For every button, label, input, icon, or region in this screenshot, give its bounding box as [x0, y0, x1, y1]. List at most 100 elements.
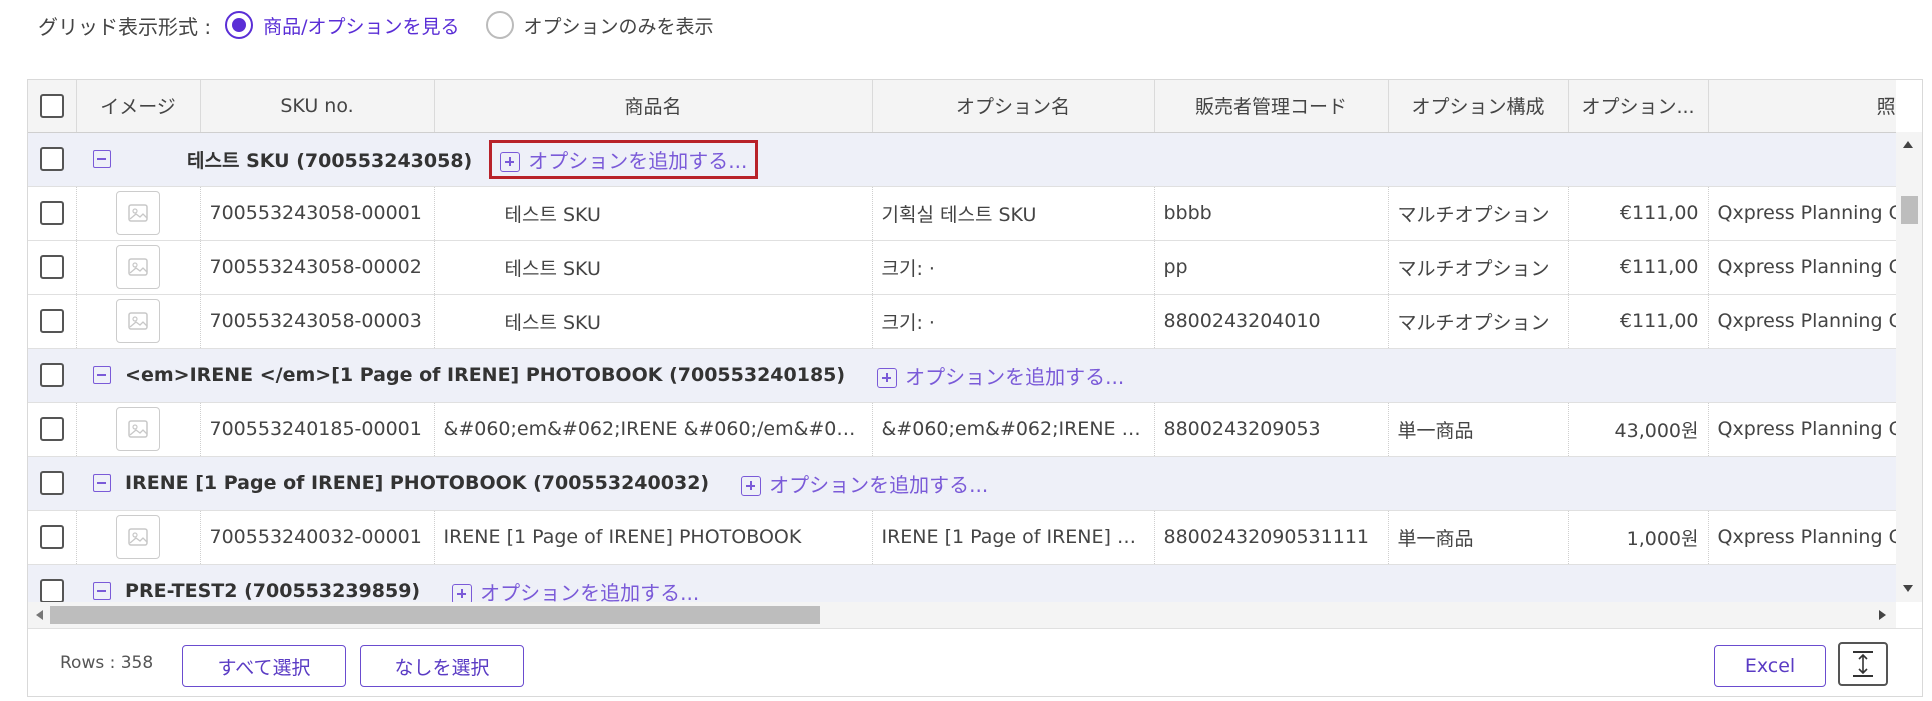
scroll-right-icon[interactable]	[1879, 610, 1886, 620]
option-config-cell: 単一商品	[1388, 402, 1569, 457]
column-header-image[interactable]: イメージ	[76, 80, 201, 133]
product-name-cell: 테스트 SKU	[434, 186, 873, 241]
group-checkbox-cell[interactable]	[28, 456, 76, 511]
vertical-scrollbar[interactable]	[1896, 132, 1922, 602]
expand-vertical-icon	[1853, 651, 1873, 677]
option-config-cell: マルチオプション	[1388, 186, 1569, 241]
group-checkbox[interactable]	[40, 147, 64, 171]
seller-code-cell: pp	[1154, 240, 1389, 295]
table-row[interactable]: 700553243058-00003 테스트 SKU 크기: · 8800243…	[28, 294, 1896, 349]
image-cell	[76, 510, 201, 565]
header-select-all-checkbox-cell[interactable]	[28, 80, 77, 133]
select-all-button[interactable]: すべて選択	[182, 645, 346, 687]
option-config-cell: マルチオプション	[1388, 294, 1569, 349]
add-option-icon	[877, 368, 898, 388]
product-name-cell: &#060;em&#062;IRENE &#060;/em&#062;[1 Pa…	[434, 402, 873, 457]
image-cell	[76, 240, 201, 295]
product-name-cell: IRENE [1 Page of IRENE] PHOTOBOOK	[434, 510, 873, 565]
radio-product-option[interactable]: 商品/オプションを見る	[225, 11, 460, 39]
add-option-button[interactable]: オプションを追加する...	[452, 577, 699, 602]
expand-grid-button[interactable]	[1838, 642, 1888, 686]
group-checkbox-cell[interactable]	[28, 348, 76, 403]
group-checkbox-cell[interactable]	[28, 564, 76, 602]
scroll-left-icon[interactable]	[36, 610, 43, 620]
group-row: PRE-TEST2 (700553239859) オプションを追加する...	[28, 564, 1896, 602]
option-name-cell: 크기: ·	[872, 294, 1155, 349]
column-header-option-name[interactable]: オプション名	[872, 80, 1155, 133]
row-checkbox-cell[interactable]	[28, 402, 77, 457]
row-checkbox[interactable]	[39, 201, 64, 225]
add-option-button[interactable]: オプションを追加する...	[741, 469, 988, 498]
add-option-button[interactable]: オプションを追加する...	[489, 139, 759, 179]
seller-code-cell: 8800243204010	[1154, 294, 1389, 349]
image-placeholder-icon	[116, 245, 160, 289]
option-price-cell: 1,000원	[1568, 510, 1709, 565]
image-placeholder-icon	[116, 299, 160, 343]
table-row[interactable]: 700553243058-00001 테스트 SKU 기획실 테스트 SKU b…	[28, 186, 1896, 241]
radio-option-only-label[interactable]: オプションのみを表示	[524, 12, 714, 39]
horizontal-scroll-thumb[interactable]	[50, 606, 820, 624]
group-checkbox[interactable]	[40, 579, 64, 602]
grid-view-mode-label: グリッド表示形式 :	[38, 14, 212, 39]
grid-view-mode: グリッド表示形式 : 商品/オプションを見る オプションのみを表示	[38, 8, 740, 42]
group-checkbox[interactable]	[40, 363, 64, 387]
group-title-cell: 테스트 SKU (700553243058) オプションを追加する...	[76, 132, 1896, 187]
add-option-icon	[741, 476, 762, 496]
radio-option-only[interactable]: オプションのみを表示	[485, 11, 714, 39]
group-checkbox[interactable]	[40, 471, 64, 495]
radio-unselected-icon[interactable]	[485, 11, 514, 39]
column-header-option-config[interactable]: オプション構成	[1388, 80, 1569, 133]
image-cell	[76, 402, 201, 457]
group-row: <em>IRENE </em>[1 Page of IRENE] PHOTOBO…	[28, 348, 1896, 403]
column-header-option-price[interactable]: オプション...	[1568, 80, 1709, 133]
group-title: IRENE [1 Page of IRENE] PHOTOBOOK (70055…	[125, 472, 710, 494]
row-checkbox[interactable]	[39, 525, 64, 549]
option-name-cell: 크기: ·	[872, 240, 1155, 295]
group-title: PRE-TEST2 (700553239859)	[125, 580, 421, 602]
option-price-cell: 43,000원	[1568, 402, 1709, 457]
option-price-cell: €111,00	[1568, 240, 1709, 295]
collapse-group-icon[interactable]	[93, 150, 111, 168]
sku-type-cell: Qxpress Planning Group	[1708, 510, 1896, 565]
add-option-button[interactable]: オプションを追加する...	[877, 361, 1124, 390]
group-row: 테스트 SKU (700553243058) オプションを追加する...	[28, 132, 1896, 187]
collapse-group-icon[interactable]	[93, 582, 111, 600]
row-count: Rows : 358	[60, 653, 154, 673]
seller-code-cell: 88002432090531111	[1154, 510, 1389, 565]
table-row[interactable]: 700553240032-00001 IRENE [1 Page of IREN…	[28, 510, 1896, 565]
table-row[interactable]: 700553240185-00001 &#060;em&#062;IRENE &…	[28, 402, 1896, 457]
collapse-group-icon[interactable]	[93, 474, 111, 492]
row-checkbox-cell[interactable]	[28, 294, 77, 349]
horizontal-scrollbar[interactable]	[28, 602, 1896, 628]
row-checkbox[interactable]	[39, 309, 64, 333]
scroll-up-icon[interactable]	[1903, 141, 1913, 148]
sku-no-cell: 700553243058-00001	[200, 186, 435, 241]
vertical-scroll-thumb[interactable]	[1901, 196, 1918, 224]
group-checkbox-cell[interactable]	[28, 132, 76, 187]
table-row[interactable]: 700553243058-00002 테스트 SKU 크기: · pp マルチオ…	[28, 240, 1896, 295]
grid-viewport: イメージ SKU no. 商品名 オプション名 販売者管理コード オプション構成…	[28, 80, 1896, 602]
column-header-product-name[interactable]: 商品名	[434, 80, 873, 133]
collapse-group-icon[interactable]	[93, 366, 111, 384]
column-header-sku-type[interactable]: 照会SKUタイプ	[1708, 80, 1896, 133]
excel-export-button[interactable]: Excel	[1714, 645, 1826, 687]
image-placeholder-icon	[116, 515, 160, 559]
option-price-cell: €111,00	[1568, 294, 1709, 349]
row-checkbox[interactable]	[39, 255, 64, 279]
image-cell	[76, 186, 201, 241]
row-checkbox-cell[interactable]	[28, 240, 77, 295]
column-header-sku-no[interactable]: SKU no.	[200, 80, 435, 133]
select-none-button[interactable]: なしを選択	[360, 645, 524, 687]
select-all-checkbox[interactable]	[39, 93, 64, 118]
column-header-seller-code[interactable]: 販売者管理コード	[1154, 80, 1389, 133]
scroll-down-icon[interactable]	[1903, 585, 1913, 592]
radio-product-option-label[interactable]: 商品/オプションを見る	[263, 12, 459, 39]
grid-header-row: イメージ SKU no. 商品名 オプション名 販売者管理コード オプション構成…	[28, 80, 1896, 133]
radio-selected-icon[interactable]	[225, 11, 254, 39]
grid-footer: Rows : 358 すべて選択 なしを選択 Excel	[28, 628, 1922, 696]
option-name-cell: IRENE [1 Page of IRENE] PHOTOBOOK	[872, 510, 1155, 565]
row-checkbox[interactable]	[39, 417, 64, 441]
row-checkbox-cell[interactable]	[28, 186, 77, 241]
option-config-cell: マルチオプション	[1388, 240, 1569, 295]
row-checkbox-cell[interactable]	[28, 510, 77, 565]
